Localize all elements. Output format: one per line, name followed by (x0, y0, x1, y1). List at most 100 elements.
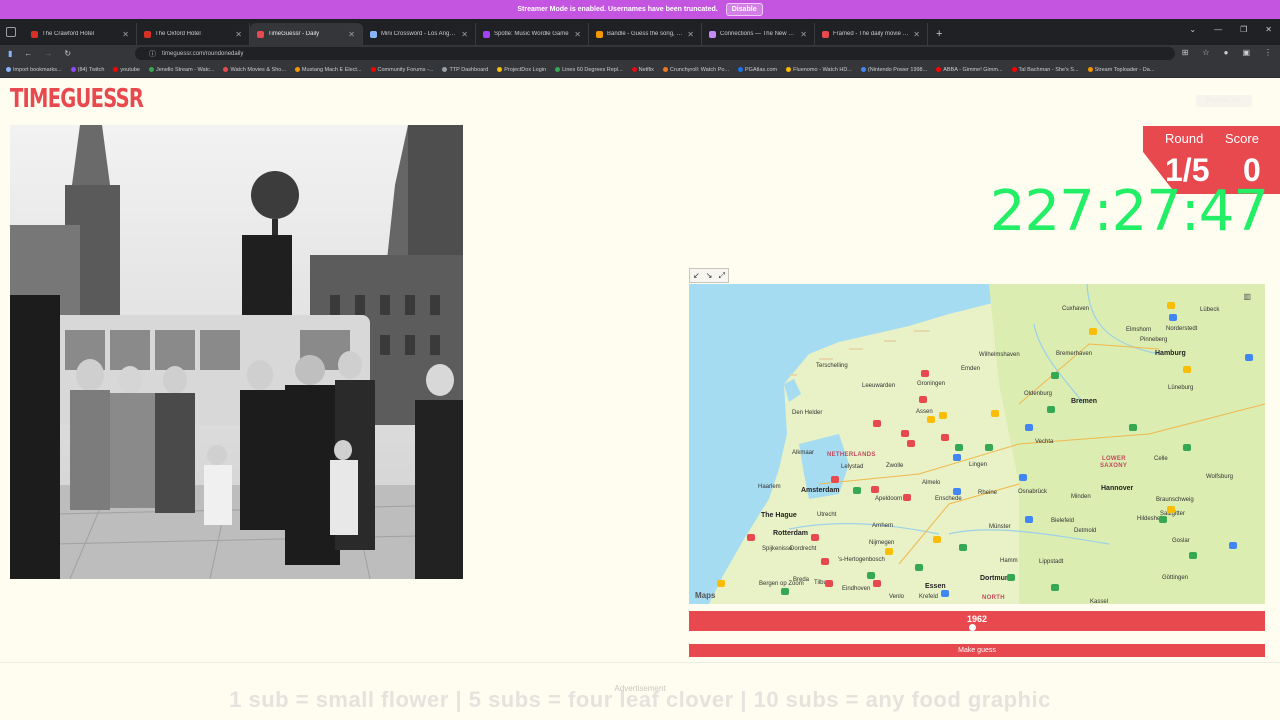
bookmark-item[interactable]: Lines 60 Degrees Repl... (555, 67, 623, 73)
browser-tab[interactable]: Connections — The New York T ✕ (702, 23, 815, 45)
bookmark-item[interactable]: ABBA - Gimme! Gimm... (936, 67, 1003, 73)
site-info-icon[interactable]: ⓘ (149, 49, 156, 59)
map-poi-marker (1089, 328, 1097, 335)
bookmark-item[interactable]: PGAtlas.com (738, 67, 777, 73)
browser-tab[interactable]: Mini Crossword - Los Angeles T ✕ (363, 23, 476, 45)
bookmark-item[interactable]: Stream Toploader - Da... (1087, 67, 1154, 73)
bookmark-item[interactable]: ProjectDox Login (497, 67, 546, 73)
tab-title: Spotle: Music Wordle Game (494, 31, 569, 37)
map-poi-marker (1183, 444, 1191, 451)
map-poi-marker (953, 454, 961, 461)
map-city-label: Zwolle (886, 463, 904, 469)
tab-close-icon[interactable]: ✕ (687, 30, 694, 39)
tab-close-icon[interactable]: ✕ (122, 30, 129, 39)
address-url: timeguessr.com/roundonedaily (162, 50, 244, 57)
bookmark-item[interactable]: Watch Movies & Sho... (223, 66, 286, 73)
profile-icon[interactable]: ● (1224, 48, 1229, 57)
bookmark-item[interactable]: Import bookmarks... (6, 67, 62, 73)
bookmark-label: Watch Movies & Sho... (230, 66, 286, 73)
map-fullscreen-icon[interactable]: ⤢ (719, 271, 725, 281)
map-city-label: Norderstedt (1166, 326, 1198, 332)
bookmark-label: Fluenomo - Watch HD... (793, 66, 852, 73)
remove-ads-button[interactable]: Remove ads (1196, 95, 1252, 107)
bookmark-item[interactable]: (Nintendo Power 1998... (860, 67, 927, 73)
bookmark-favicon-icon (370, 67, 376, 72)
bookmark-star-icon[interactable]: ☆ (1202, 48, 1209, 57)
tab-close-icon[interactable]: ✕ (348, 30, 355, 39)
bookmark-item[interactable]: (84) Twitch (70, 67, 104, 73)
extensions-icon[interactable]: ▣ (1242, 48, 1250, 57)
translate-icon[interactable]: ⊞ (1182, 48, 1189, 57)
map-poi-marker (747, 534, 755, 541)
sidebar-toggle-icon[interactable]: ▮ (8, 49, 12, 58)
map-layers-icon[interactable]: ▥ (1243, 292, 1251, 301)
menu-kebab-icon[interactable]: ⋮ (1264, 48, 1272, 57)
disable-streamer-mode-button[interactable]: Disable (725, 3, 763, 16)
map-city-label: NORTH (982, 595, 1005, 601)
map-expand-icon[interactable]: ↘ (706, 271, 713, 280)
historic-photo[interactable] (10, 125, 463, 579)
guess-map[interactable]: Hamburg Bremen Hannover Amsterdam The Hague R… (689, 284, 1265, 604)
map-city-label: Göttingen (1162, 575, 1189, 581)
new-tab-plus-icon[interactable]: + (936, 28, 942, 40)
address-bar[interactable]: ⓘ timeguessr.com/roundonedaily (135, 47, 1175, 60)
bookmark-item[interactable]: Crunchyroll: Watch Po... (662, 67, 729, 73)
map-city-label: Emden (961, 366, 981, 372)
map-poi-marker (873, 420, 881, 427)
forward-arrow-icon[interactable]: → (44, 49, 52, 58)
browser-tab[interactable]: Framed - The daily movie guess✕ (815, 23, 928, 45)
bookmark-item[interactable]: Netflix (631, 67, 654, 73)
bookmark-item[interactable]: Fluenomo - Watch HD... (786, 67, 852, 73)
tab-favicon-icon (483, 30, 490, 38)
map-city-label: Apeldoorn (875, 496, 903, 502)
tab-search-icon[interactable] (6, 27, 16, 37)
map-city-label: Lingen (969, 462, 988, 468)
browser-tab[interactable]: Spotle: Music Wordle Game ✕ (476, 23, 589, 45)
map-city-label: Minden (1071, 494, 1091, 500)
tab-favicon-icon (822, 30, 829, 38)
bookmark-item[interactable]: Community Forums -... (370, 67, 433, 73)
timeguessr-logo[interactable]: TIMEGUESSR (10, 84, 144, 114)
bookmark-item[interactable]: Mustang Mach E Elect... (294, 66, 362, 73)
tab-close-icon[interactable]: ✕ (574, 30, 581, 39)
browser-tab-strip: The Crawford Hotel ✕ The Oxford Hotel ✕ Time… (0, 19, 1280, 45)
tab-close-icon[interactable]: ✕ (235, 30, 242, 39)
map-city-label: Krefeld (919, 594, 939, 600)
map-poi-marker (781, 588, 789, 595)
tab-title: Connections — The New York T (720, 31, 796, 37)
bookmark-label: Mustang Mach E Elect... (301, 66, 362, 73)
bookmark-item[interactable]: Tal Bachman - She's S... (1011, 67, 1079, 73)
browser-tab[interactable]: The Crawford Hotel ✕ (24, 23, 137, 45)
map-city-label: Nijmegen (869, 540, 895, 546)
bookmark-item[interactable]: Jenello Stream - Watc... (148, 67, 214, 73)
browser-tab[interactable]: Bandle - Guess the song, one i ✕ (589, 23, 702, 45)
map-poi-marker (1025, 424, 1033, 431)
map-city-label: Bielefeld (1051, 518, 1075, 524)
map-zoom-out-icon[interactable]: ↙ (693, 271, 700, 280)
tab-close-icon[interactable]: ✕ (800, 30, 807, 39)
map-poi-marker (1025, 516, 1033, 523)
map-city-label: Bremerhaven (1056, 351, 1093, 357)
map-city-label: Leeuwarden (862, 383, 896, 389)
bookmark-item[interactable]: youtube (113, 67, 140, 73)
reload-icon[interactable]: ↻ (64, 49, 71, 58)
maximize-icon[interactable]: ❐ (1240, 25, 1247, 34)
tab-title: Mini Crossword - Los Angeles T (381, 31, 458, 37)
map-city-label: Utrecht (817, 512, 837, 518)
browser-tab[interactable]: TimeGuessr - Daily ✕ (250, 23, 363, 45)
bookmark-item[interactable]: TTP Dashboard (442, 67, 488, 73)
bookmark-favicon-icon (223, 67, 229, 72)
minimize-icon[interactable]: — (1214, 25, 1222, 34)
close-window-icon[interactable]: ✕ (1265, 25, 1272, 34)
tab-dropdown-icon[interactable]: ⌄ (1189, 25, 1196, 34)
make-guess-button[interactable]: Make guess (689, 644, 1265, 657)
tab-close-icon[interactable]: ✕ (913, 30, 920, 39)
map-poi-marker (939, 412, 947, 419)
map-poi-marker (985, 444, 993, 451)
year-slider[interactable]: 1962 (689, 611, 1265, 631)
tab-close-icon[interactable]: ✕ (461, 30, 468, 39)
browser-tab[interactable]: The Oxford Hotel ✕ (137, 23, 250, 45)
score-label: Score (1225, 131, 1259, 146)
year-slider-thumb[interactable] (968, 624, 976, 631)
back-arrow-icon[interactable]: ← (24, 49, 32, 58)
